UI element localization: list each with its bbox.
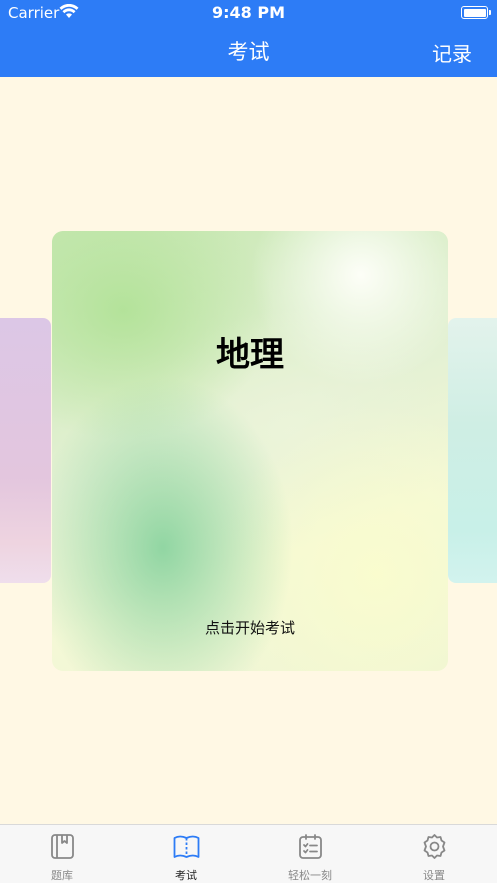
subject-card[interactable]: 地理 点击开始考试 — [52, 231, 448, 671]
tab-exam[interactable]: 考试 — [124, 825, 248, 883]
battery-cap — [489, 10, 491, 15]
open-book-icon — [173, 835, 200, 858]
page-title: 考试 — [227, 40, 270, 64]
gear-icon — [423, 834, 446, 859]
tab-settings[interactable]: 设置 — [372, 825, 496, 883]
next-subject-card[interactable] — [448, 318, 497, 583]
book-icon — [51, 834, 74, 859]
tab-question-bank[interactable]: 题库 — [0, 825, 124, 883]
tab-label: 轻松一刻 — [288, 869, 332, 882]
status-bar: Carrier 9:48 PM — [0, 0, 497, 26]
tab-label: 考试 — [175, 869, 197, 882]
start-exam-hint: 点击开始考试 — [204, 619, 295, 637]
tab-label: 题库 — [51, 869, 73, 882]
navigation-bar: Carrier 9:48 PM 考试 记录 — [0, 0, 497, 77]
records-button[interactable]: 记录 — [432, 38, 472, 67]
clock: 9:48 PM — [211, 3, 285, 22]
tab-bar: 题库 考试 轻松一刻 设置 — [0, 824, 497, 883]
battery-icon — [461, 6, 488, 19]
tab-label: 设置 — [423, 869, 445, 882]
tab-relax[interactable]: 轻松一刻 — [248, 825, 372, 883]
subject-title: 地理 — [216, 335, 284, 375]
calendar-checklist-icon — [299, 834, 322, 859]
previous-subject-card[interactable] — [0, 318, 51, 583]
